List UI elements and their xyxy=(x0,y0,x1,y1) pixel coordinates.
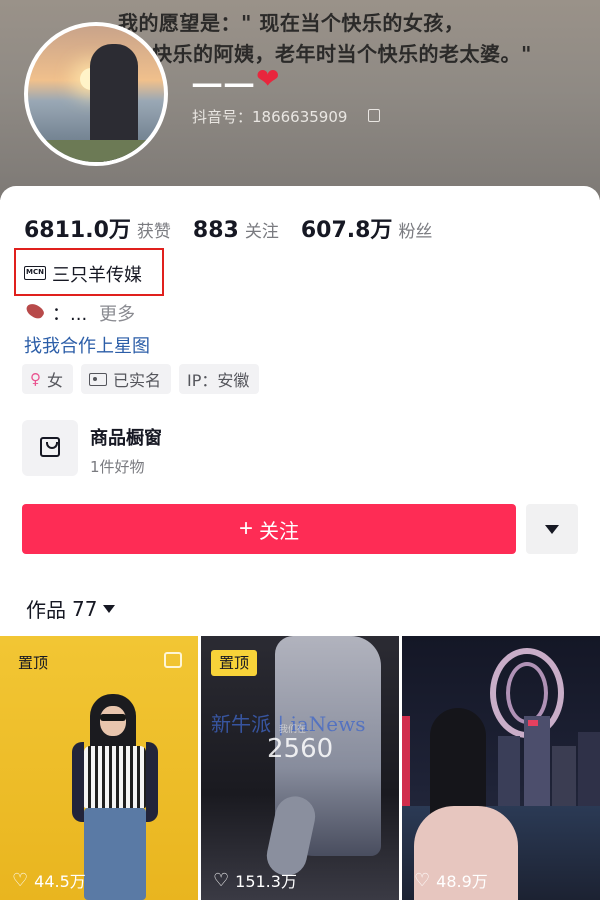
thumb3-neon-edge xyxy=(402,716,410,806)
stat-following-number: 883 xyxy=(192,218,239,243)
caret-down-icon xyxy=(103,604,116,613)
thumb1-jeans xyxy=(84,808,146,900)
tag-row: ♀ 女 已实名 IP：安徽 xyxy=(22,364,267,394)
tag-gender: ♀ 女 xyxy=(22,364,74,394)
triangle-down-icon xyxy=(545,524,559,534)
mcn-highlight-box[interactable]: MCN 三只羊传媒 xyxy=(14,248,164,296)
shop-window[interactable]: 商品橱窗 1件好物 xyxy=(22,420,162,477)
shopping-bag-icon xyxy=(40,437,60,457)
video-likes-count: 151.3万 xyxy=(235,872,297,891)
mcn-name: 三只羊传媒 xyxy=(52,265,142,286)
shop-subtitle: 1件好物 xyxy=(90,458,145,476)
tag-ip: IP：安徽 xyxy=(179,364,260,394)
video-likes-count: 48.9万 xyxy=(436,872,488,891)
mcn-icon: MCN xyxy=(24,266,46,280)
stat-following-label: 关注 xyxy=(244,222,279,242)
stats-row: 6811.0万 获赞 883 关注 607.8万 粉丝 xyxy=(24,212,454,244)
profile-banner: 我的愿望是：" 现在当个快乐的女孩， 快乐的阿姨，老年时当个快乐的老太婆。" 一… xyxy=(0,0,600,200)
heart-outline-icon: ♡ xyxy=(12,869,29,891)
douyin-id: 抖音号：1866635909 xyxy=(192,108,348,126)
stat-following[interactable]: 883 关注 xyxy=(193,217,279,243)
sweet-potato-icon xyxy=(24,302,46,324)
shop-text: 商品橱窗 1件好物 xyxy=(90,424,162,477)
stat-likes[interactable]: 6811.0万 获赞 xyxy=(24,212,171,244)
banner-signature: 我的愿望是：" 现在当个快乐的女孩， 快乐的阿姨，老年时当个快乐的老太婆。" xyxy=(118,8,598,70)
tag-verified-label: 已实名 xyxy=(113,371,162,390)
stat-likes-label: 获赞 xyxy=(136,222,171,242)
nickname: 一一 xyxy=(192,70,256,105)
thumb3-building xyxy=(498,736,520,806)
heart-icon: ❤ xyxy=(256,62,280,95)
video-thumb-2[interactable]: 新牛派 | iaNews 我们在 2560 置顶 ♡ 151.3万 xyxy=(201,636,399,900)
avatar-shore xyxy=(28,140,164,162)
banner-line-1: 我的愿望是：" 现在当个快乐的女孩， xyxy=(118,11,465,35)
stat-followers[interactable]: 607.8万 粉丝 xyxy=(301,212,433,244)
thumb3-building xyxy=(578,732,600,806)
thumb3-drone-ring-inner xyxy=(506,662,548,724)
heart-outline-icon: ♡ xyxy=(213,869,230,891)
follow-button[interactable]: + 关注 xyxy=(22,504,516,554)
id-card-icon xyxy=(89,372,108,386)
more-options-button[interactable] xyxy=(526,504,578,554)
plus-icon: + xyxy=(238,515,253,542)
stat-followers-label: 粉丝 xyxy=(398,222,433,242)
pinned-label: 置顶 xyxy=(18,654,49,672)
pinned-badge: 置顶 xyxy=(211,650,258,676)
tag-verified: 已实名 xyxy=(81,364,172,394)
avatar[interactable] xyxy=(24,22,168,166)
thumb1-sunglasses xyxy=(100,714,126,721)
multi-image-icon xyxy=(164,652,182,668)
video-likes-count: 44.5万 xyxy=(34,872,86,891)
shop-icon-box xyxy=(22,420,78,476)
thumb2-arm xyxy=(263,792,319,880)
video-likes: ♡ 151.3万 xyxy=(213,868,297,892)
star-map-link[interactable]: 找我合作上星图 xyxy=(24,332,150,358)
thumb1-face xyxy=(100,706,126,736)
video-likes: ♡ 44.5万 xyxy=(12,868,86,892)
video-thumb-3[interactable]: ♡ 48.9万 xyxy=(402,636,600,900)
stat-likes-number: 6811.0万 xyxy=(24,218,131,243)
thumb3-building xyxy=(524,716,550,806)
thumb3-neon-light xyxy=(528,720,538,726)
heart-outline-icon: ♡ xyxy=(414,869,431,891)
stat-followers-number: 607.8万 xyxy=(300,218,393,243)
works-label: 作品 xyxy=(26,598,66,622)
female-icon: ♀ xyxy=(30,370,41,388)
thumb3-building xyxy=(552,746,576,806)
tag-gender-label: 女 xyxy=(47,371,64,390)
thumb2-overlay-number: 2560 xyxy=(267,734,334,764)
works-count: 77 xyxy=(72,596,98,621)
banner-line-2: 快乐的阿姨，老年时当个快乐的老太婆。" xyxy=(152,42,532,66)
bio-more-link[interactable]: 更多 xyxy=(99,300,135,326)
bio-text: ：... xyxy=(52,304,88,325)
copy-icon[interactable] xyxy=(368,109,380,122)
video-thumb-1[interactable]: 置顶 ♡ 44.5万 xyxy=(0,636,198,900)
video-grid: 置顶 ♡ 44.5万 新牛派 | iaNews 我们在 2560 置顶 ♡ 15… xyxy=(0,636,600,900)
tag-ip-label: IP：安徽 xyxy=(187,371,250,390)
works-tab[interactable]: 作品 77 xyxy=(26,594,116,623)
shop-title: 商品橱窗 xyxy=(90,428,162,449)
video-likes: ♡ 48.9万 xyxy=(414,868,488,892)
thumb1-top xyxy=(84,746,146,808)
bio-row: ：... 更多 xyxy=(24,300,135,326)
profile-card: 6811.0万 获赞 883 关注 607.8万 粉丝 MCN 三只羊传媒 ：.… xyxy=(0,186,600,636)
follow-button-label: 关注 xyxy=(259,520,299,543)
